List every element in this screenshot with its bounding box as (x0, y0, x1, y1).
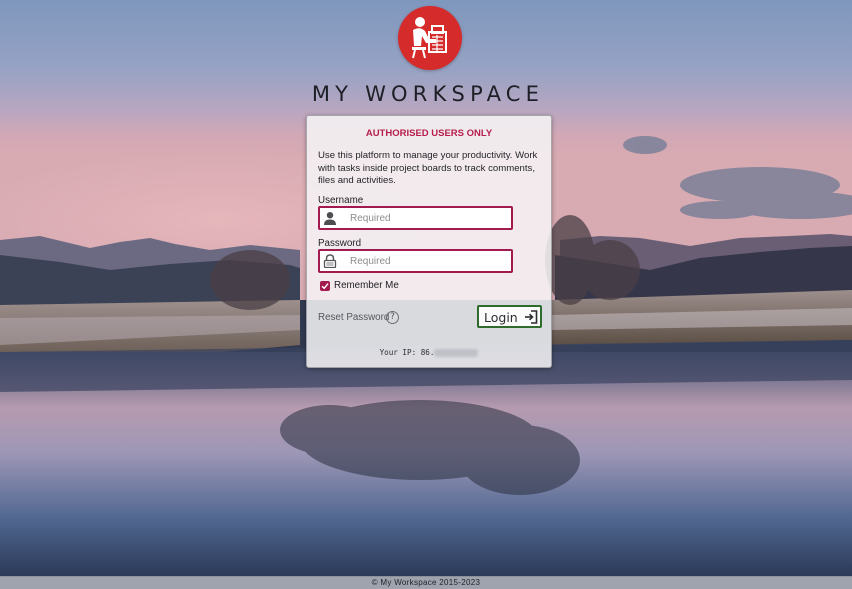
login-button-label: Login (484, 310, 518, 325)
username-label: Username (318, 195, 364, 206)
password-field[interactable] (318, 249, 513, 273)
ip-address-line: Your IP: 86. (307, 348, 551, 357)
intro-text: Use this platform to manage your product… (318, 150, 538, 186)
person-at-desk-icon (412, 17, 447, 59)
ip-redacted (434, 349, 479, 357)
password-label: Password (318, 238, 362, 249)
lock-icon (323, 254, 337, 268)
authorised-notice: AUTHORISED USERS ONLY (365, 128, 493, 139)
reset-password-link[interactable]: Reset Password (318, 312, 389, 323)
app-logo (398, 6, 462, 70)
remember-me-checkbox[interactable] (320, 281, 330, 291)
sign-in-icon (525, 310, 538, 324)
ip-label: Your IP: 86. (379, 348, 435, 357)
help-icon[interactable]: ? (386, 311, 399, 324)
login-card: AUTHORISED USERS ONLY Use this platform … (306, 115, 552, 368)
footer-copyright: © My Workspace 2015-2023 (0, 576, 852, 589)
login-button[interactable]: Login (477, 305, 542, 328)
password-input[interactable] (350, 254, 505, 269)
user-icon (324, 212, 336, 225)
checkmark-icon (321, 283, 329, 290)
username-field[interactable] (318, 206, 513, 230)
app-title: MY WORKSPACE (311, 82, 545, 106)
username-input[interactable] (350, 211, 505, 226)
remember-me-label: Remember Me (334, 280, 399, 291)
